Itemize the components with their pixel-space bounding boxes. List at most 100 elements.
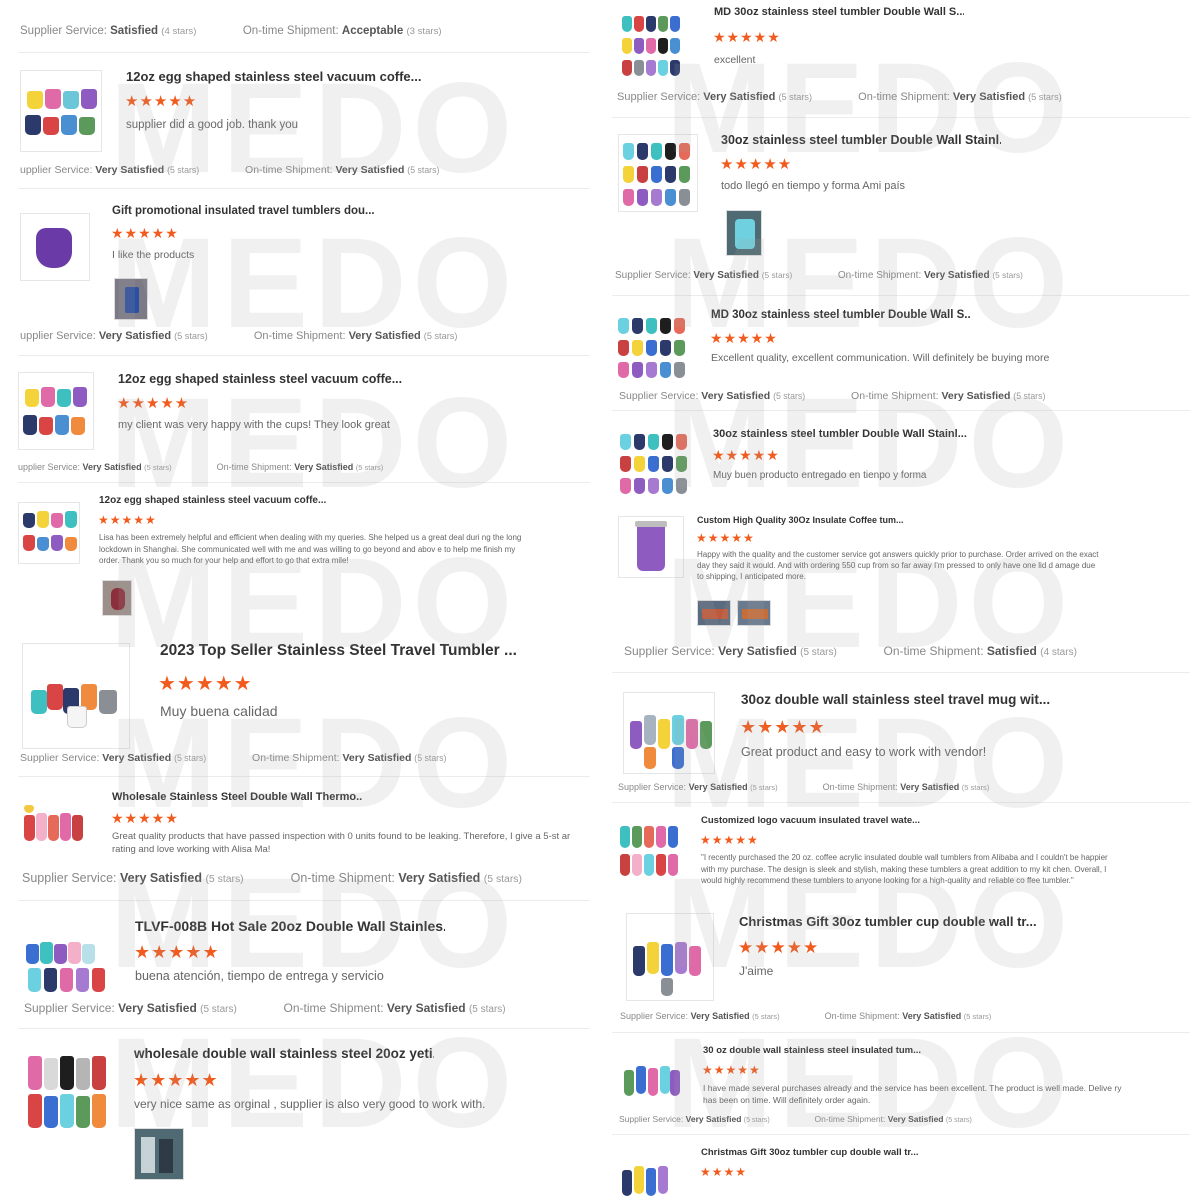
review-comment: J'aime [739, 964, 774, 978]
product-title[interactable]: 30oz double wall stainless steel travel … [741, 692, 1071, 707]
product-thumbnail[interactable] [18, 502, 80, 564]
service-stars: (5 stars) [174, 331, 208, 341]
product-thumbnail[interactable] [22, 643, 130, 749]
shipment-value: Very Satisfied [900, 782, 960, 792]
rating-stars: ★★★★★ [696, 531, 755, 545]
service-stars: (5 stars) [144, 463, 172, 472]
product-title[interactable]: TLVF-008B Hot Sale 20oz Double Wall Stai… [135, 918, 445, 934]
ratings-row: Supplier Service: Very Satisfied (5 star… [620, 1011, 991, 1021]
divider [612, 410, 1190, 411]
product-title[interactable]: wholesale double wall stainless steel 20… [134, 1046, 434, 1061]
shipment-label: On-time Shipment: [824, 1011, 900, 1021]
rating-stars: ★★★★ [700, 1165, 748, 1179]
product-title[interactable]: 30oz stainless steel tumbler Double Wall… [713, 428, 973, 440]
product-thumbnail[interactable] [618, 1148, 682, 1200]
product-thumbnail[interactable] [618, 134, 698, 212]
rating-stars: ★★★★★ [713, 29, 781, 45]
ratings-row: Supplier Service: Very Satisfied (5 star… [24, 1001, 506, 1015]
service-label: Supplier Service: [617, 91, 701, 103]
product-title[interactable]: Custom High Quality 30Oz Insulate Coffee… [697, 515, 937, 525]
product-thumbnail[interactable] [623, 692, 715, 774]
product-title[interactable]: MD 30oz stainless steel tumbler Double W… [714, 6, 964, 18]
shipment-label: On-time Shipment: [216, 462, 292, 472]
product-thumbnail[interactable] [20, 791, 92, 861]
review-item: wholesale double wall stainless steel 20… [0, 1036, 600, 1200]
service-value: Very Satisfied [701, 390, 771, 402]
product-title[interactable]: Christmas Gift 30oz tumbler cup double w… [701, 1147, 941, 1158]
review-photo[interactable] [114, 278, 148, 320]
product-thumbnail[interactable] [618, 428, 692, 500]
product-thumbnail[interactable] [618, 10, 696, 80]
service-stars: (5 stars) [167, 165, 200, 175]
ratings-row: Supplier Service: Very Satisfied (5 star… [20, 752, 446, 764]
product-title[interactable]: 12oz egg shaped stainless steel vacuum c… [99, 495, 339, 506]
product-title[interactable]: Wholesale Stainless Steel Double Wall Th… [112, 791, 362, 803]
review-item: 30 oz double wall stainless steel insula… [606, 1038, 1200, 1133]
product-thumbnail[interactable] [18, 372, 94, 450]
service-value: Very Satisfied [690, 1011, 750, 1021]
product-title[interactable]: Christmas Gift 30oz tumbler cup double w… [739, 914, 1039, 929]
shipment-stars: (5 stars) [468, 1004, 506, 1015]
review-item: 30oz double wall stainless steel travel … [606, 680, 1200, 805]
review-photo[interactable] [726, 210, 762, 256]
shipment-value: Very Satisfied [342, 752, 412, 764]
product-thumbnail[interactable] [618, 818, 682, 882]
divider [612, 1032, 1190, 1033]
review-comment: Great product and easy to work with vend… [741, 745, 987, 759]
service-stars: (5 stars) [750, 783, 778, 792]
shipment-value: Very Satisfied [887, 1114, 944, 1124]
product-title[interactable]: 2023 Top Seller Stainless Steel Travel T… [160, 642, 530, 660]
product-title[interactable]: 30 oz double wall stainless steel insula… [703, 1045, 943, 1056]
service-value: Very Satisfied [118, 1001, 197, 1015]
review-comment: my client was very happy with the cups! … [118, 419, 390, 431]
rating-stars: ★★★★★ [133, 1070, 219, 1090]
review-item: 30oz stainless steel tumbler Double Wall… [606, 420, 1200, 505]
product-thumbnail[interactable] [22, 918, 110, 998]
review-photo[interactable] [697, 600, 731, 626]
rating-stars: ★★★★★ [111, 810, 179, 826]
service-label: Supplier Service: [619, 1114, 684, 1124]
service-value: Very Satisfied [693, 270, 759, 281]
product-title[interactable]: Customized logo vacuum insulated travel … [701, 815, 951, 826]
review-item: Custom High Quality 30Oz Insulate Coffee… [606, 508, 1200, 668]
ratings-row: Supplier Service: Very Satisfied (5 star… [617, 91, 1062, 103]
shipment-label: On-time Shipment: [253, 330, 346, 342]
service-stars: (5 stars) [200, 1004, 237, 1015]
product-thumbnail[interactable] [616, 312, 690, 384]
product-thumbnail[interactable] [626, 913, 714, 1001]
shipment-value: Very Satisfied [398, 871, 481, 885]
service-value: Very Satisfied [119, 871, 202, 885]
review-photo[interactable] [737, 600, 771, 626]
service-label: upplier Service: [20, 330, 96, 342]
rating-stars: ★★★★★ [720, 156, 793, 173]
shipment-stars: (5 stars) [945, 1116, 972, 1124]
service-label: Supplier Service: [20, 25, 107, 37]
product-title[interactable]: 30oz stainless steel tumbler Double Wall… [721, 133, 1001, 147]
review-comment: very nice same as orginal , supplier is … [134, 1097, 486, 1111]
review-comment: todo llegó en tiempo y forma Ami país [721, 180, 906, 192]
product-thumbnail[interactable] [618, 516, 684, 578]
ratings-row: Supplier Service: Very Satisfied (5 star… [618, 782, 989, 792]
review-photo[interactable] [134, 1128, 184, 1180]
divider [18, 900, 590, 901]
shipment-label: On-time Shipment: [822, 782, 898, 792]
shipment-stars: (4 stars) [1040, 647, 1077, 658]
service-value: Very Satisfied [685, 1114, 742, 1124]
product-title[interactable]: Gift promotional insulated travel tumble… [112, 205, 412, 217]
product-title[interactable]: MD 30oz stainless steel tumbler Double W… [711, 309, 971, 321]
product-thumbnail[interactable] [24, 1046, 110, 1132]
review-photo[interactable] [102, 580, 132, 616]
rating-stars: ★★★★★ [134, 942, 220, 962]
product-thumbnail[interactable] [620, 1046, 682, 1108]
rating-stars: ★★★★★ [702, 1063, 761, 1077]
service-label: Supplier Service: [624, 644, 715, 658]
product-title[interactable]: 12oz egg shaped stainless steel vacuum c… [118, 372, 408, 386]
product-thumbnail[interactable] [20, 70, 102, 152]
product-title[interactable]: 12oz egg shaped stainless steel vacuum c… [126, 69, 426, 84]
service-value: Very Satisfied [98, 330, 172, 342]
shipment-value: Very Satisfied [924, 270, 990, 281]
divider [612, 117, 1190, 118]
shipment-stars: (5 stars) [961, 783, 990, 792]
product-thumbnail[interactable] [20, 213, 90, 281]
shipment-stars: (5 stars) [483, 874, 522, 885]
